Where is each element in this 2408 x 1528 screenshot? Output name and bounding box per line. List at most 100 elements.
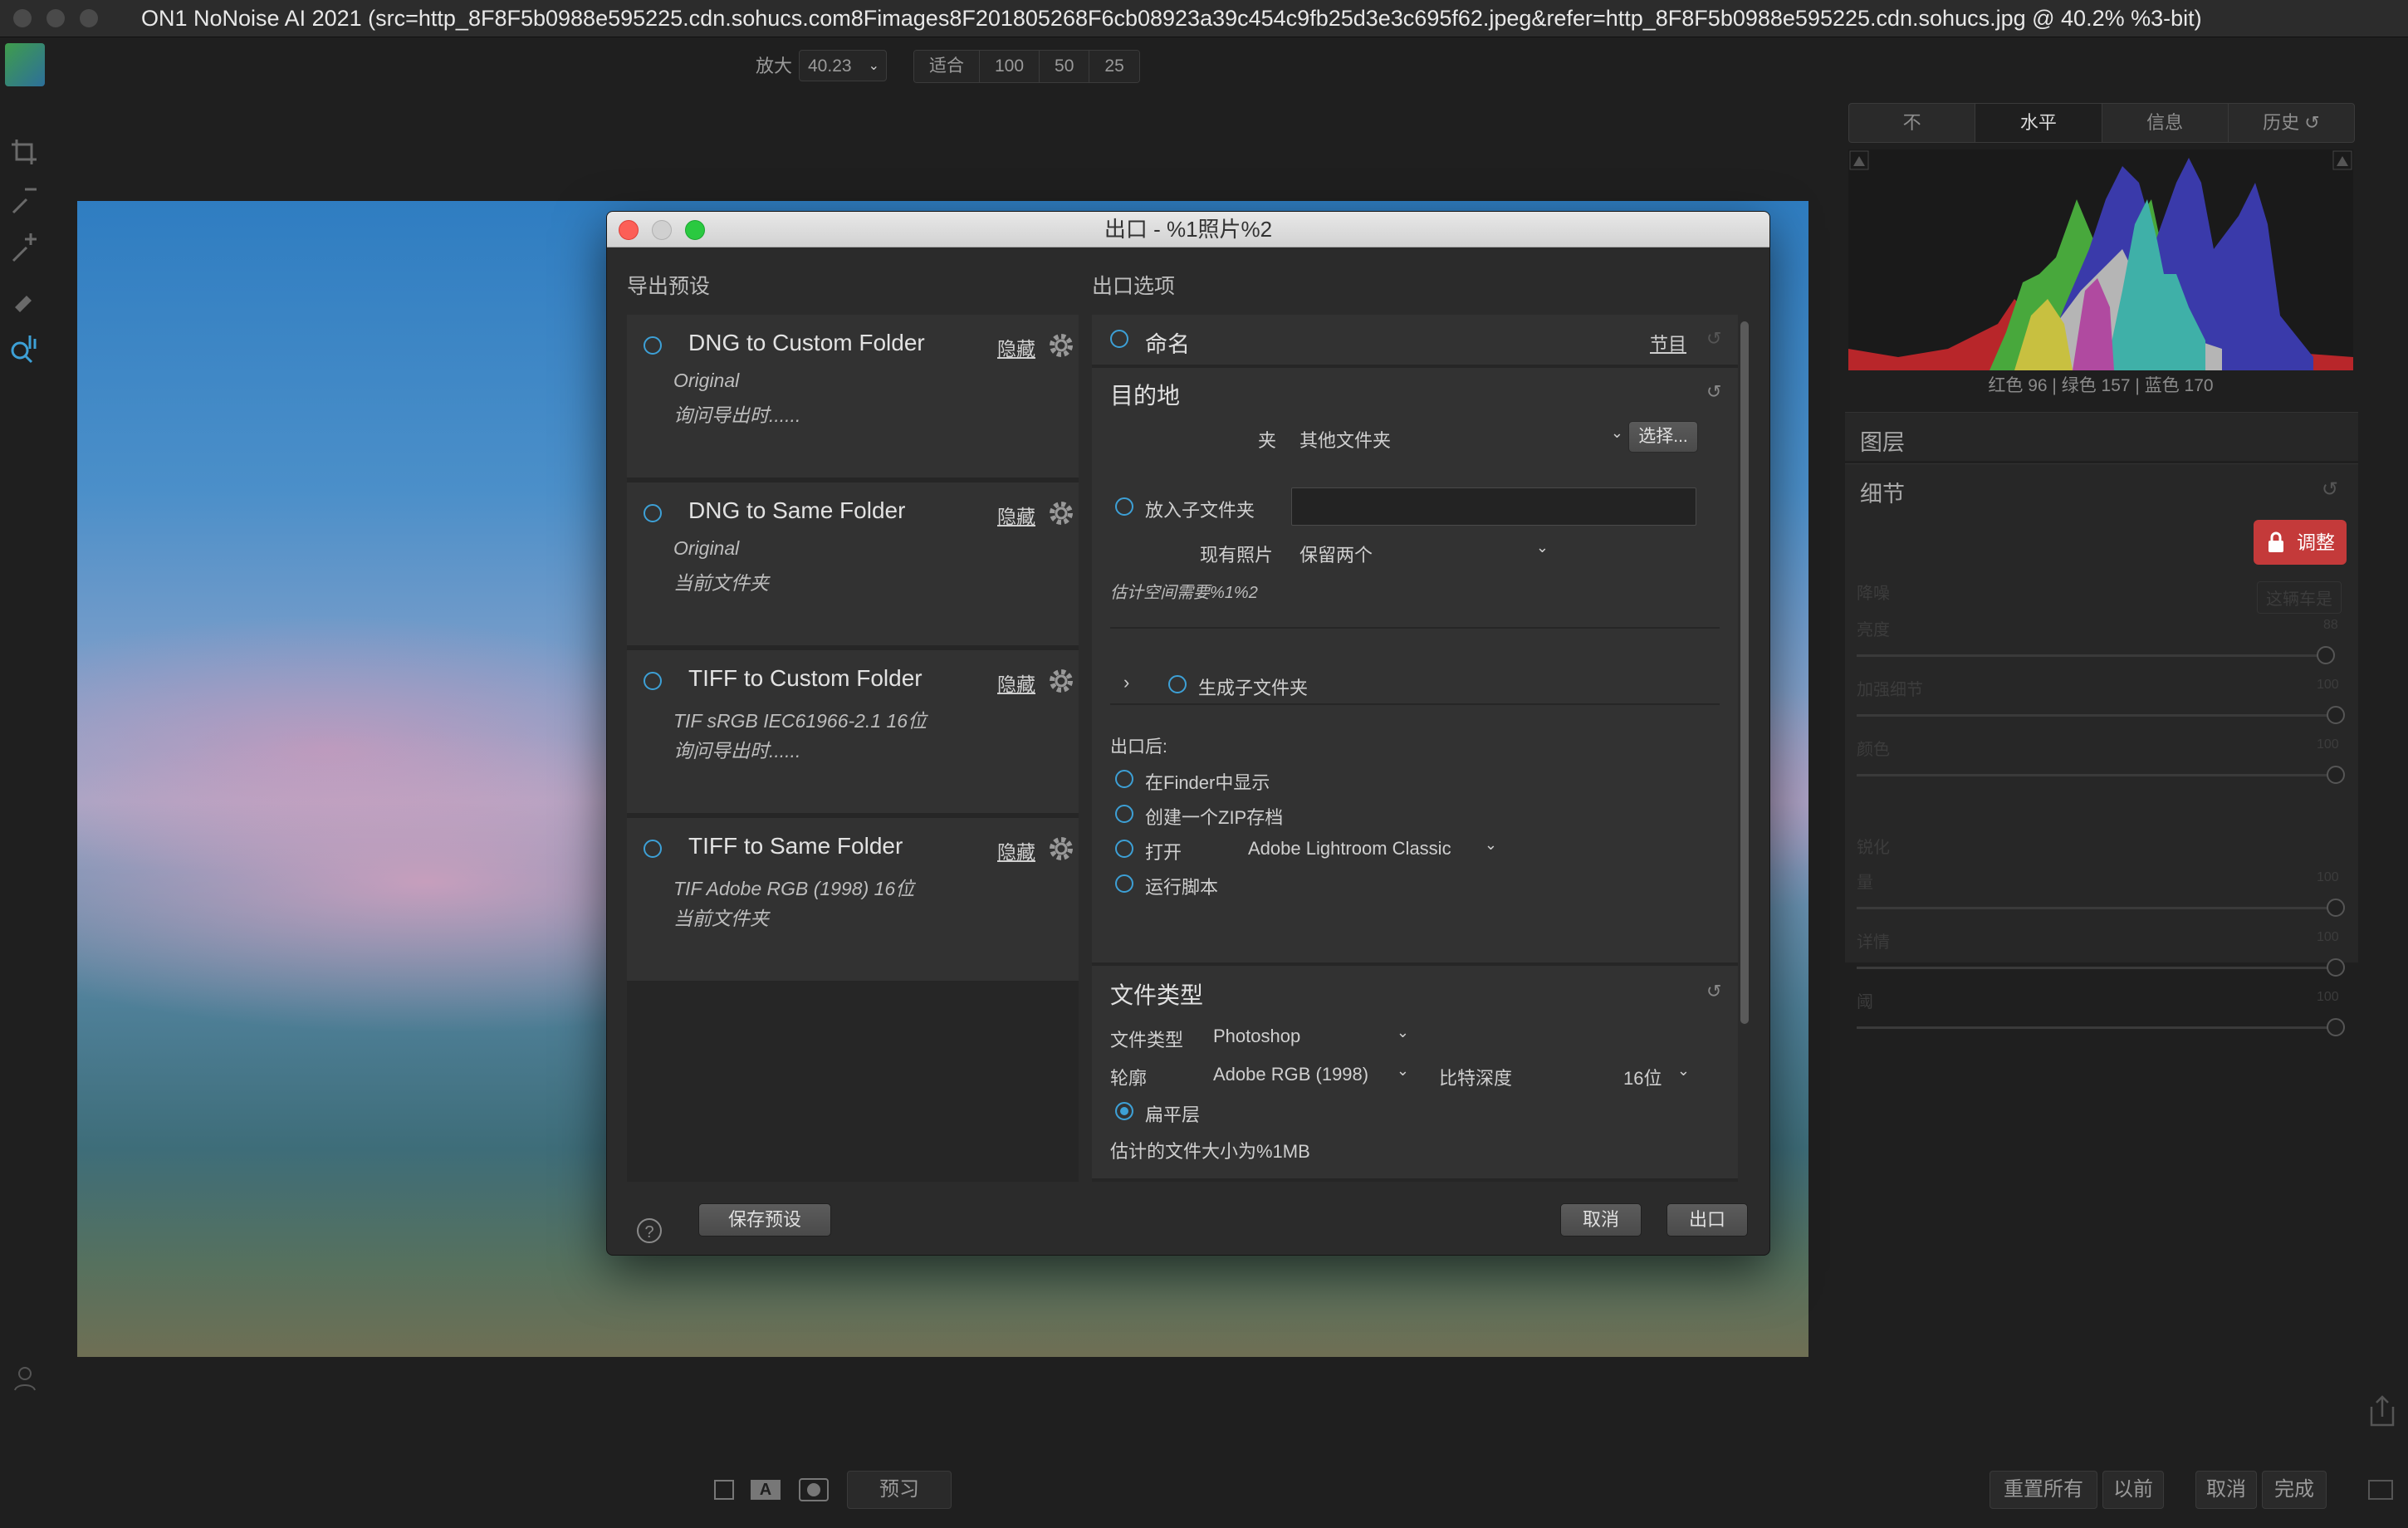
gear-icon[interactable]: [1047, 499, 1075, 527]
profile-select[interactable]: Adobe RGB (1998) ⌄: [1213, 1062, 1409, 1085]
layers-section-header[interactable]: 图层: [1845, 412, 2358, 461]
tab-none[interactable]: 不: [1849, 104, 1976, 142]
preview-button[interactable]: 预习: [847, 1471, 952, 1509]
bit-depth-value: 16位: [1623, 1068, 1662, 1089]
preset-radio[interactable]: [644, 672, 662, 690]
chevron-down-icon: ⌄: [1484, 836, 1497, 853]
share-icon[interactable]: [2368, 1395, 2396, 1428]
brush-minus-icon[interactable]: [8, 184, 42, 218]
bit-depth-select[interactable]: 16位 ⌄: [1623, 1062, 1690, 1090]
file-type-heading: 文件类型: [1110, 982, 1204, 1008]
dialog-cancel-button[interactable]: 取消: [1560, 1203, 1642, 1237]
reset-all-button[interactable]: 重置所有: [1990, 1471, 2097, 1509]
cancel-button[interactable]: 取消: [2195, 1471, 2257, 1509]
naming-reset-icon[interactable]: ↺: [1706, 328, 1721, 350]
amount-slider[interactable]: [1857, 907, 2330, 909]
panel-toggle-icon[interactable]: [2368, 1480, 2393, 1500]
amount-label: 量: [1857, 874, 1873, 892]
details-slider[interactable]: [1857, 967, 2330, 969]
preset-item[interactable]: DNG to Same Folder 隐藏 Original 当前文件夹: [627, 482, 1079, 647]
export-button[interactable]: 出口: [1667, 1203, 1748, 1237]
zoom-50-button[interactable]: 50: [1040, 51, 1090, 82]
naming-link[interactable]: 节目: [1650, 330, 1686, 356]
zoom-100-button[interactable]: 100: [980, 51, 1040, 82]
detail-reset-icon[interactable]: ↺: [2322, 478, 2338, 502]
subfolder-radio[interactable]: [1115, 497, 1133, 516]
subfolder-label: 放入子文件夹: [1145, 500, 1255, 521]
zoom-hand-icon[interactable]: [8, 332, 42, 365]
adjust-button-label: 调整: [2297, 531, 2335, 553]
preset-hide-link[interactable]: 隐藏: [997, 836, 1035, 864]
destination-reset-icon[interactable]: ↺: [1706, 381, 1721, 403]
naming-label: 命名: [1145, 332, 1190, 357]
open-in-app-radio[interactable]: [1115, 840, 1133, 858]
previous-button[interactable]: 以前: [2102, 1471, 2164, 1509]
details-slider-knob[interactable]: [2327, 958, 2345, 977]
scrollbar-thumb[interactable]: [1740, 321, 1749, 1024]
expand-chevron-icon[interactable]: ›: [1123, 672, 1129, 693]
preset-item[interactable]: TIFF to Custom Folder 隐藏 TIF sRGB IEC619…: [627, 650, 1079, 815]
tab-levels[interactable]: 水平: [1975, 104, 2102, 142]
preset-radio[interactable]: [644, 504, 662, 522]
view-overlay-icon[interactable]: [799, 1478, 829, 1501]
naming-radio[interactable]: [1110, 330, 1128, 348]
subfolder-input[interactable]: [1291, 487, 1696, 526]
gear-icon[interactable]: [1047, 667, 1075, 695]
choose-folder-button[interactable]: 选择...: [1628, 421, 1698, 453]
detail-enhance-slider[interactable]: [1857, 714, 2330, 717]
preset-hide-link[interactable]: 隐藏: [997, 333, 1035, 361]
tab-history-label: 历史: [2263, 112, 2300, 133]
color-slider[interactable]: [1857, 774, 2330, 776]
preset-hide-link[interactable]: 隐藏: [997, 668, 1035, 697]
tab-info[interactable]: 信息: [2102, 104, 2229, 142]
preset-hide-link[interactable]: 隐藏: [997, 501, 1035, 529]
gear-icon[interactable]: [1047, 331, 1075, 360]
zoom-25-button[interactable]: 25: [1089, 51, 1139, 82]
show-in-finder-radio[interactable]: [1115, 770, 1133, 788]
help-button[interactable]: ?: [637, 1218, 662, 1243]
create-zip-radio[interactable]: [1115, 805, 1133, 823]
threshold-slider[interactable]: [1857, 1026, 2330, 1029]
view-single-icon[interactable]: [714, 1480, 734, 1500]
open-app-select[interactable]: Adobe Lightroom Classic ⌄: [1248, 836, 1497, 860]
luminance-slider-knob[interactable]: [2317, 646, 2335, 664]
tab-history[interactable]: 历史 ↺: [2229, 104, 2354, 142]
run-script-radio[interactable]: [1115, 874, 1133, 893]
adjust-button[interactable]: 调整: [2254, 520, 2347, 565]
window-minimize-button[interactable]: [46, 9, 65, 27]
preset-radio[interactable]: [644, 840, 662, 858]
crop-icon[interactable]: [8, 136, 42, 169]
existing-photos-select[interactable]: 保留两个 ⌄: [1299, 539, 1549, 567]
file-type-reset-icon[interactable]: ↺: [1706, 981, 1721, 1002]
title-bar: ON1 NoNoise AI 2021 (src=http_8F8F5b0988…: [0, 0, 2408, 37]
brush-plus-icon[interactable]: [8, 233, 42, 266]
amount-slider-knob[interactable]: [2327, 899, 2345, 917]
zoom-fit-button[interactable]: 适合: [914, 51, 980, 82]
color-slider-knob[interactable]: [2327, 766, 2345, 784]
folder-select[interactable]: 其他文件夹 ⌄: [1299, 424, 1623, 453]
details-value: 100: [2317, 930, 2339, 944]
save-preset-button[interactable]: 保存预设: [698, 1203, 831, 1237]
zoom-input[interactable]: 40.23 ⌄: [799, 50, 887, 81]
preset-destination: 当前文件夹: [673, 572, 769, 594]
preset-format: TIF Adobe RGB (1998) 16位: [673, 878, 915, 899]
detail-enhance-slider-knob[interactable]: [2327, 706, 2345, 724]
window-close-button[interactable]: [13, 9, 32, 27]
options-scrollbar[interactable]: [1739, 315, 1750, 1182]
preset-radio[interactable]: [644, 336, 662, 355]
user-icon[interactable]: [8, 1362, 42, 1395]
preset-item[interactable]: DNG to Custom Folder 隐藏 Original 询问导出时..…: [627, 315, 1079, 479]
flatten-layers-radio[interactable]: [1115, 1102, 1133, 1120]
generate-subfolder-radio[interactable]: [1168, 675, 1187, 693]
folder-select-value: 其他文件夹: [1299, 430, 1392, 451]
gear-icon[interactable]: [1047, 835, 1075, 863]
amount-value: 100: [2317, 870, 2339, 884]
luminance-slider[interactable]: [1857, 654, 2330, 657]
refine-icon[interactable]: [8, 282, 42, 316]
view-mask-icon[interactable]: A: [751, 1480, 781, 1500]
preset-item[interactable]: TIFF to Same Folder 隐藏 TIF Adobe RGB (19…: [627, 818, 1079, 982]
file-type-select[interactable]: Photoshop ⌄: [1213, 1024, 1409, 1047]
done-button[interactable]: 完成: [2262, 1471, 2327, 1509]
window-zoom-button[interactable]: [80, 9, 98, 27]
threshold-slider-knob[interactable]: [2327, 1018, 2345, 1036]
